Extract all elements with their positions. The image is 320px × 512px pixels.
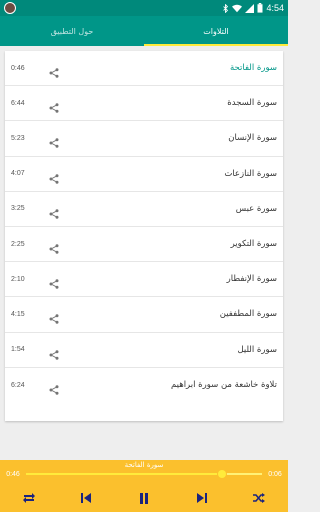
track-duration: 4:15: [11, 310, 25, 318]
track-row-meta: 1:54: [11, 345, 59, 360]
track-row-meta: 6:44: [11, 98, 59, 113]
previous-button[interactable]: [76, 488, 96, 508]
seek-bar-fill: [26, 473, 222, 475]
share-icon[interactable]: [49, 239, 59, 254]
shuffle-icon: [253, 493, 266, 503]
pause-icon: [139, 492, 148, 504]
track-row-meta: 4:07: [11, 169, 59, 184]
seek-row: 0:46 0:06: [0, 468, 288, 480]
share-icon[interactable]: [49, 204, 59, 219]
track-row-meta: 5:23: [11, 133, 59, 149]
next-button[interactable]: [192, 488, 212, 508]
track-row[interactable]: 3:25 سورة عبس: [5, 192, 283, 227]
share-icon[interactable]: [49, 98, 59, 113]
track-duration: 3:25: [11, 205, 25, 213]
track-title: تلاوة خاشعة من سورة ابراهيم: [170, 380, 277, 391]
track-title: سورة الليل: [237, 344, 277, 355]
track-title: سورة عبس: [235, 203, 277, 214]
track-row-meta: 2:25: [11, 239, 59, 254]
track-duration: 6:24: [11, 381, 25, 389]
signal-icon: [245, 3, 255, 13]
seek-bar-thumb[interactable]: [217, 470, 226, 478]
status-left: [4, 2, 16, 14]
share-icon[interactable]: [49, 169, 59, 184]
track-row-meta: 6:24: [11, 380, 59, 395]
track-title: سورة الإنفطار: [226, 274, 277, 285]
repeat-button[interactable]: [19, 488, 39, 508]
previous-icon: [81, 493, 92, 503]
track-row[interactable]: 1:54 سورة الليل: [5, 333, 283, 368]
track-duration: 0:46: [11, 64, 25, 72]
track-duration: 2:10: [11, 275, 25, 283]
repeat-icon: [22, 493, 35, 503]
app-avatar-icon: [4, 2, 16, 14]
share-icon[interactable]: [49, 380, 59, 395]
track-title: سورة الفاتحة: [229, 63, 277, 74]
shuffle-button[interactable]: [249, 488, 269, 508]
track-list: 0:46 سورة الفاتحة 6:44 سورة السجدة 5:23 سورة …: [5, 51, 283, 421]
seek-bar[interactable]: [26, 470, 262, 478]
tab-recitations[interactable]: التلاوات: [144, 16, 288, 46]
tab-bar: حول التطبيق التلاوات: [0, 16, 288, 46]
battery-icon: [257, 3, 263, 13]
track-duration: 6:44: [11, 99, 25, 107]
track-row-meta: 2:10: [11, 274, 59, 289]
total-time: 0:06: [268, 470, 282, 478]
track-row[interactable]: 5:23 سورة الإنسان: [5, 121, 283, 157]
track-duration: 5:23: [11, 134, 25, 142]
next-icon: [196, 493, 207, 503]
player-bar: سورة الفاتحة 0:46 0:06: [0, 460, 288, 512]
share-icon[interactable]: [49, 63, 59, 78]
status-right: 4:54: [222, 3, 284, 13]
track-duration: 4:07: [11, 170, 25, 178]
bluetooth-icon: [223, 3, 229, 13]
status-time: 4:54: [266, 3, 284, 13]
track-duration: 2:25: [11, 240, 25, 248]
tab-about-app[interactable]: حول التطبيق: [0, 16, 144, 46]
wifi-icon: [232, 4, 243, 12]
status-bar: 4:54: [0, 0, 288, 16]
share-icon[interactable]: [49, 133, 59, 149]
track-row[interactable]: 6:44 سورة السجدة: [5, 86, 283, 122]
track-row[interactable]: 6:24 تلاوة خاشعة من سورة ابراهيم: [5, 368, 283, 403]
track-row[interactable]: 2:10 سورة الإنفطار: [5, 262, 283, 298]
track-row[interactable]: 4:07 سورة النازعات: [5, 157, 283, 192]
track-row[interactable]: 0:46 سورة الفاتحة: [5, 51, 283, 87]
track-title: سورة النازعات: [224, 168, 277, 179]
share-icon[interactable]: [49, 345, 59, 360]
track-title: سورة التكوير: [230, 239, 277, 250]
track-row[interactable]: 2:25 سورة التكوير: [5, 227, 283, 263]
track-row-meta: 0:46: [11, 63, 59, 78]
track-title: سورة الإنسان: [228, 133, 277, 144]
player-controls: [0, 486, 288, 510]
track-title: سورة المطففين: [219, 309, 277, 320]
track-title: سورة السجدة: [227, 98, 277, 109]
elapsed-time: 0:46: [6, 470, 20, 478]
pause-button[interactable]: [134, 488, 154, 508]
track-row[interactable]: 4:15 سورة المطففين: [5, 297, 283, 333]
share-icon[interactable]: [49, 274, 59, 289]
share-icon[interactable]: [49, 309, 59, 325]
track-row-meta: 4:15: [11, 309, 59, 325]
track-duration: 1:54: [11, 346, 25, 354]
track-row-meta: 3:25: [11, 204, 59, 219]
